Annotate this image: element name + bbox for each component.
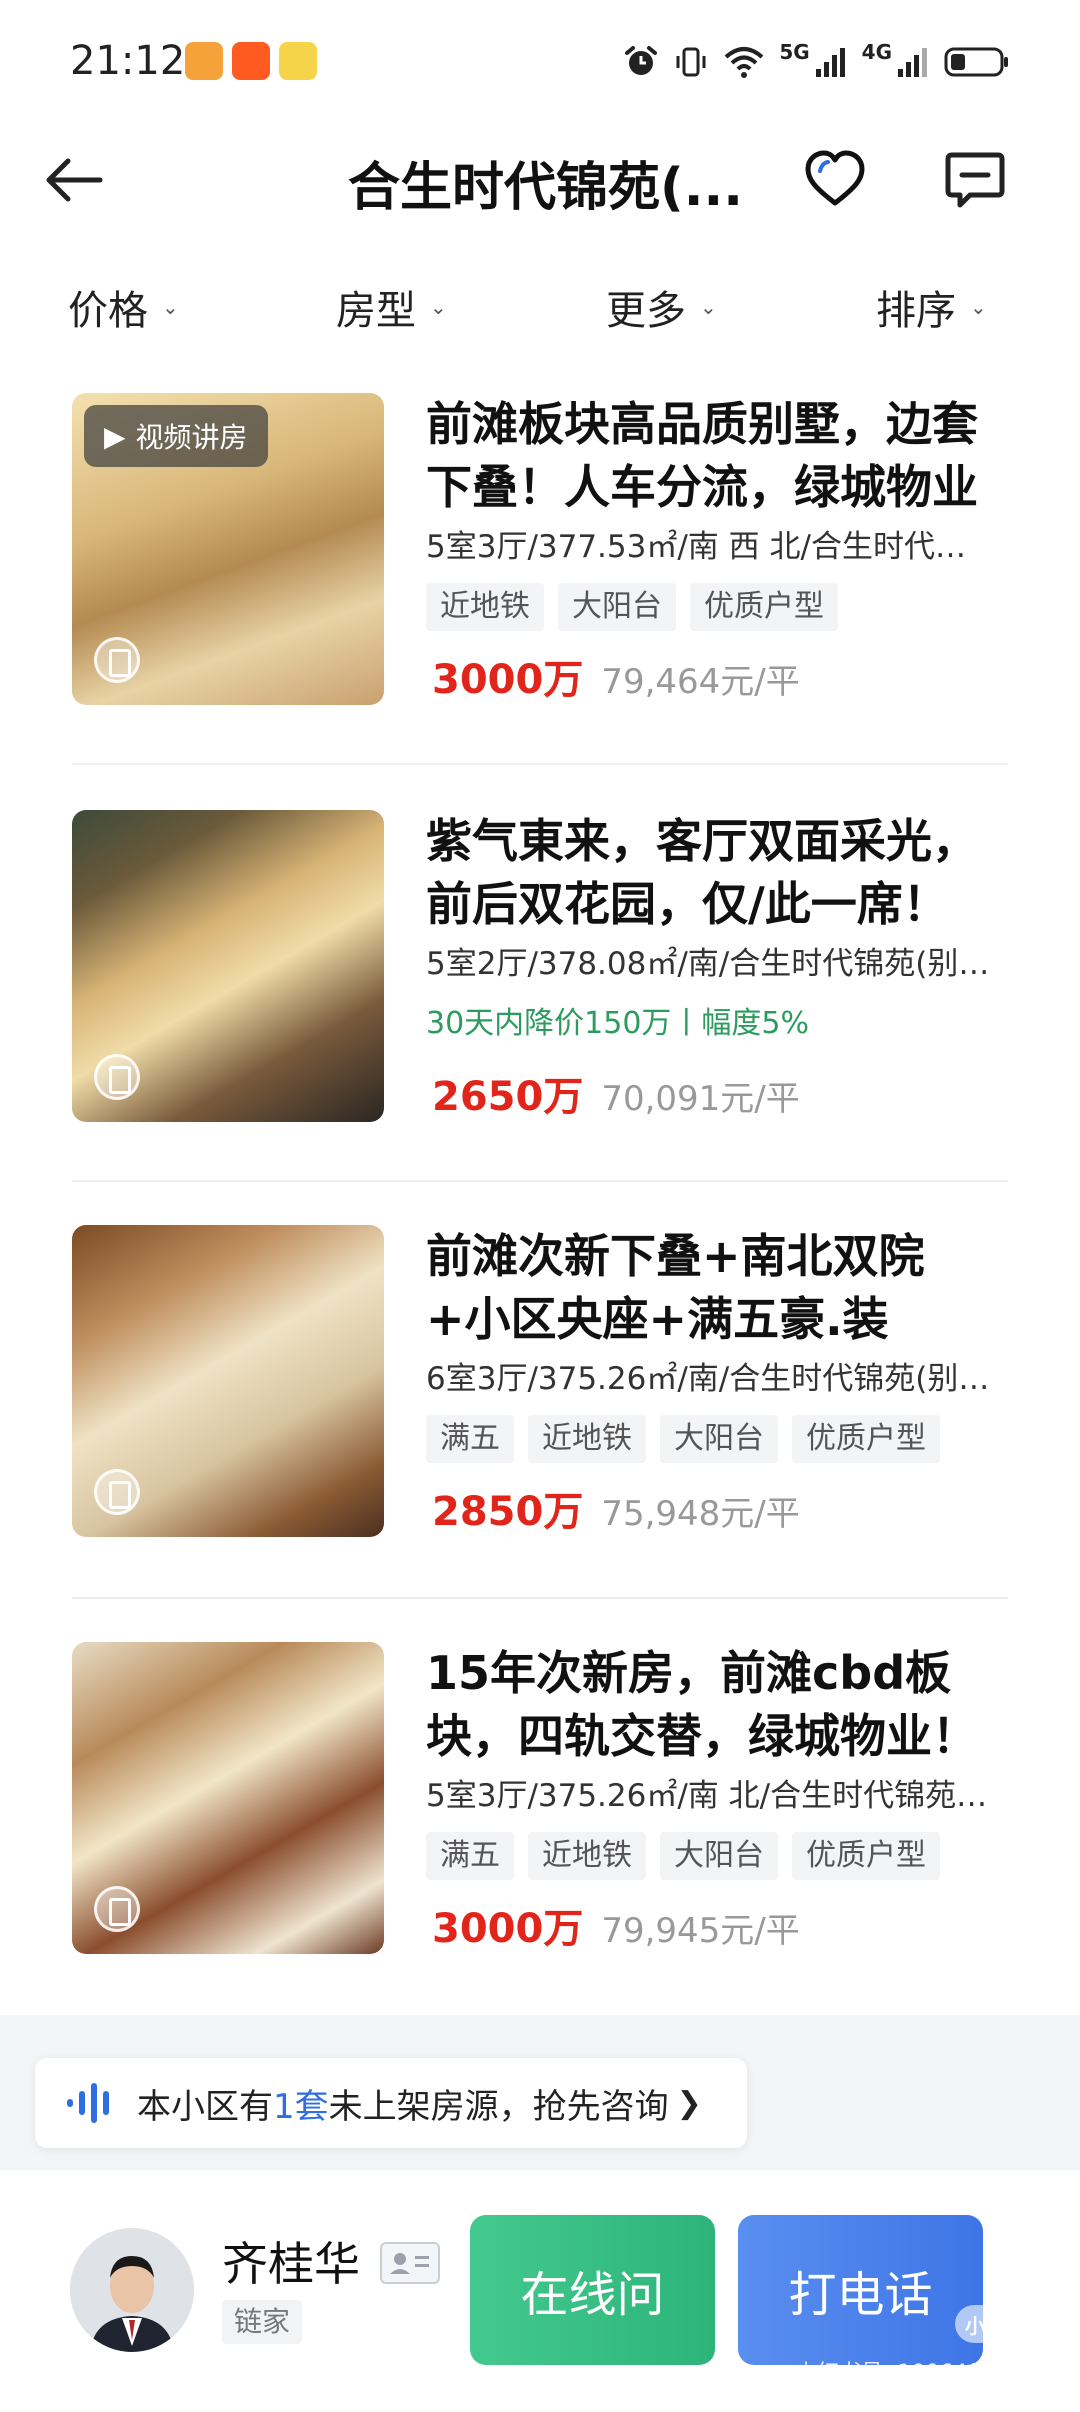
wifi-icon [724, 47, 764, 78]
top-navigation-bar: 合生时代锦苑(... [0, 125, 1080, 235]
listing-photo[interactable] [72, 1642, 384, 1954]
listing-tags: 满五 近地铁 大阳台 优质户型 [426, 1415, 1008, 1463]
total-price: 2850万 [432, 1489, 584, 1535]
app-notification-icon [232, 42, 270, 80]
listing-title: 前滩板块高品质别墅，边套下叠！人车分流，绿城物业 [426, 397, 978, 514]
weibo-icon [279, 42, 317, 80]
vibrate-icon [676, 47, 706, 77]
divider [72, 1597, 1008, 1599]
listing-title: 紫气東来，客厅双面采光，前后双花园，仅/此一席！ [426, 814, 978, 931]
promo-count: 1套 [273, 2086, 329, 2127]
listing-card[interactable]: ▶ 视频讲房 前滩板块高品质别墅，边套下叠！人车分流，绿城物业 5室3厅/377… [72, 393, 1008, 705]
tag: 近地铁 [528, 1415, 646, 1463]
listing-photo[interactable] [72, 1225, 384, 1537]
listing-photo[interactable]: ▶ 视频讲房 [72, 393, 384, 705]
call-button[interactable]: 打电话 [738, 2215, 983, 2365]
tag: 大阳台 [660, 1415, 778, 1463]
price-drop-note: 30天内降价150万丨幅度5% [426, 1006, 810, 1041]
promo-text: 未上架房源，抢先咨询 [328, 2086, 669, 2127]
chevron-down-icon: ⌄ [162, 295, 179, 319]
tag: 大阳台 [558, 583, 676, 631]
watermark-text: 小红书号: 10064(679 [795, 2361, 1018, 2386]
page-title: 合生时代锦苑(... [348, 158, 744, 218]
tag: 优质户型 [792, 1415, 940, 1463]
sound-wave-icon [67, 2083, 109, 2123]
listing-photo[interactable] [72, 810, 384, 1122]
listing-card[interactable]: 紫气東来，客厅双面采光，前后双花园，仅/此一席！ 5室2厅/378.08㎡/南/… [72, 810, 1008, 1122]
alarm-icon [625, 46, 658, 75]
tag: 近地铁 [528, 1832, 646, 1880]
tag: 大阳台 [660, 1832, 778, 1880]
tag: 近地铁 [426, 583, 544, 631]
filter-bar: 价格 ⌄ 房型 ⌄ 更多 ⌄ 排序 ⌄ [0, 260, 1080, 350]
chevron-down-icon: ⌄ [700, 295, 717, 319]
unit-price: 70,091元/平 [601, 1079, 800, 1119]
unit-price: 79,945元/平 [601, 1911, 800, 1951]
listing-tags: 近地铁 大阳台 优质户型 [426, 583, 1008, 631]
vr-view-icon [94, 1469, 140, 1515]
unit-price: 79,464元/平 [601, 662, 800, 702]
unlisted-listings-banner[interactable]: 本小区有 1套 未上架房源，抢先咨询 ❯ [35, 2058, 747, 2148]
divider [72, 1180, 1008, 1182]
chevron-down-icon: ⌄ [430, 295, 447, 319]
tag: 满五 [426, 1415, 514, 1463]
vr-view-icon [94, 1886, 140, 1932]
vr-view-icon [94, 1054, 140, 1100]
listing-title: 15年次新房，前滩cbd板块，四轨交替，绿城物业！ [426, 1646, 978, 1763]
back-arrow-icon[interactable] [40, 145, 110, 215]
unit-price: 75,948元/平 [601, 1494, 800, 1534]
listing-tags: 满五 近地铁 大阳台 优质户型 [426, 1832, 1008, 1880]
favorite-heart-icon[interactable] [800, 145, 870, 215]
chevron-down-icon: ⌄ [970, 295, 987, 319]
tag: 满五 [426, 1832, 514, 1880]
video-tour-badge: ▶ 视频讲房 [84, 405, 268, 467]
network-4g-label: 4G [861, 40, 892, 64]
status-icons: 5G 4G [623, 40, 1010, 84]
filter-layout[interactable]: 房型 ⌄ [336, 278, 447, 336]
listing-card[interactable]: 15年次新房，前滩cbd板块，四轨交替，绿城物业！ 5室3厅/375.26㎡/南… [72, 1642, 1008, 1954]
network-5g-label: 5G [779, 40, 810, 64]
promo-text: 本小区有 [137, 2086, 273, 2127]
total-price: 3000万 [432, 657, 584, 703]
vr-view-icon [94, 637, 140, 683]
listing-description: 5室3厅/377.53㎡/南 西 北/合生时代… [426, 529, 966, 565]
play-icon: ▶ [104, 419, 126, 453]
agent-name: 齐桂华 [222, 2237, 360, 2291]
signal-icon [898, 48, 927, 77]
filter-label: 价格 [68, 288, 148, 334]
video-badge-label: 视频讲房 [135, 421, 248, 454]
status-time: 21:12 [70, 38, 186, 84]
tag: 优质户型 [792, 1832, 940, 1880]
filter-label: 房型 [336, 288, 416, 334]
agent-company-tag: 链家 [222, 2300, 303, 2344]
listing-description: 6室3厅/375.26㎡/南/合生时代锦苑(别… [426, 1361, 990, 1397]
chevron-right-icon: ❯ [676, 2085, 702, 2121]
total-price: 2650万 [432, 1074, 584, 1120]
tag: 优质户型 [690, 583, 838, 631]
listing-description: 5室2厅/378.08㎡/南/合生时代锦苑(别… [426, 946, 990, 982]
business-card-icon[interactable] [380, 2242, 440, 2284]
filter-label: 排序 [876, 288, 956, 334]
divider [72, 763, 1008, 765]
filter-sort[interactable]: 排序 ⌄ [876, 278, 987, 336]
listing-title: 前滩次新下叠+南北双院+小区央座+满五豪.装+子… [426, 1229, 925, 1346]
total-price: 3000万 [432, 1906, 584, 1952]
online-chat-button[interactable]: 在线问 [470, 2215, 715, 2365]
listing-card[interactable]: 前滩次新下叠+南北双院+小区央座+满五豪.装+子… 6室3厅/375.26㎡/南… [72, 1225, 1008, 1537]
filter-label: 更多 [606, 288, 686, 334]
signal-icon [815, 48, 845, 77]
app-notification-icon [185, 42, 223, 80]
battery-icon [944, 47, 1008, 77]
filter-price[interactable]: 价格 ⌄ [68, 278, 179, 336]
message-icon[interactable] [940, 145, 1010, 215]
watermark-logo-text: 小红书 [965, 2313, 1025, 2338]
status-bar: 21:12 5G 4G [0, 0, 1080, 125]
agent-avatar[interactable] [70, 2228, 194, 2352]
filter-more[interactable]: 更多 ⌄ [606, 278, 717, 336]
listing-description: 5室3厅/375.26㎡/南 北/合生时代锦苑… [426, 1778, 988, 1814]
watermark-logo: 小红书 [955, 2305, 1035, 2343]
